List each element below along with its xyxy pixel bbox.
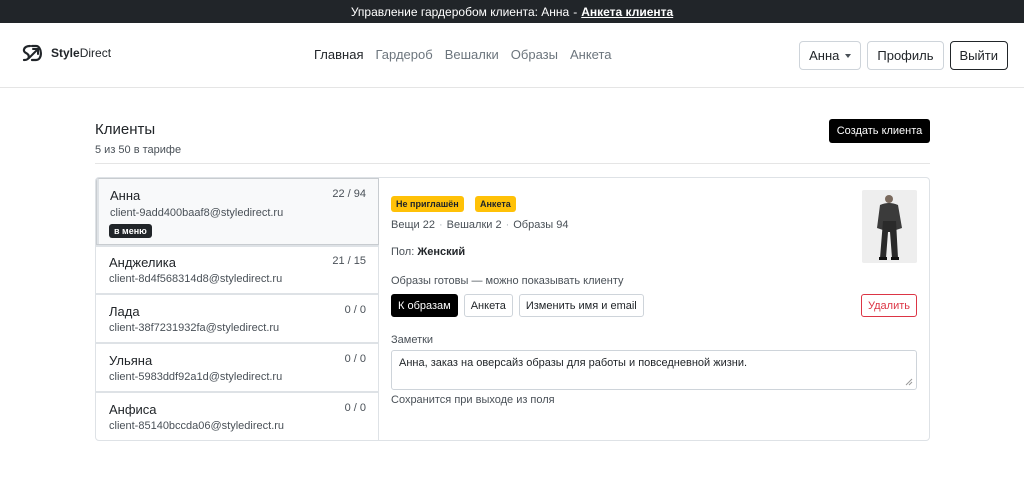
- client-survey-link[interactable]: Анкета клиента: [581, 5, 673, 19]
- client-detail: Не приглашён Анкета Вещи 22 · Вешалки 2 …: [379, 178, 929, 440]
- autosave-hint: Сохранится при выходе из поля: [391, 394, 555, 406]
- banner-separator: -: [573, 4, 578, 19]
- nav-looks[interactable]: Образы: [511, 47, 558, 62]
- nav-actions: Анна Профиль Выйти: [799, 41, 1008, 70]
- client-item-lada[interactable]: Лада 0 / 0 client-38f7231932fa@styledire…: [96, 295, 379, 342]
- client-counts: 22 / 94: [332, 188, 366, 200]
- clients-panel: Анна 22 / 94 client-9add400baaf8@styledi…: [95, 177, 930, 441]
- to-looks-button[interactable]: К образам: [391, 294, 458, 317]
- client-counts: 0 / 0: [344, 304, 366, 316]
- create-client-button[interactable]: Создать клиента: [829, 119, 930, 143]
- client-counts: 0 / 0: [344, 402, 366, 414]
- nav-survey[interactable]: Анкета: [570, 47, 612, 62]
- client-name: Анна: [110, 188, 141, 203]
- caret-down-icon: [845, 53, 852, 58]
- notes-label: Заметки: [391, 334, 434, 346]
- profile-button[interactable]: Профиль: [867, 41, 944, 70]
- edit-name-email-button[interactable]: Изменить имя и email: [518, 294, 644, 317]
- client-item-anna[interactable]: Анна 22 / 94 client-9add400baaf8@styledi…: [96, 178, 379, 245]
- outfit-image: [862, 190, 917, 263]
- client-actions: К образам Анкета Изменить имя и email: [391, 294, 644, 317]
- client-email: client-9add400baaf8@styledirect.ru: [110, 207, 284, 219]
- header-divider: [95, 163, 930, 164]
- client-name: Лада: [109, 304, 140, 319]
- client-counts: 21 / 15: [332, 255, 366, 267]
- announcement-banner: Управление гардеробом клиента: Анна - Ан…: [0, 0, 1024, 23]
- nav-hangers[interactable]: Вешалки: [445, 47, 499, 62]
- styledirect-logo-icon: [22, 44, 42, 62]
- outfit-thumbnail[interactable]: [862, 190, 917, 263]
- gender-value: Женский: [417, 246, 466, 258]
- client-stats: Вещи 22 · Вешалки 2 · Образы 94: [391, 219, 568, 231]
- survey-badge: Анкета: [475, 196, 516, 212]
- stat-separator: ·: [505, 219, 510, 231]
- main-nav: Главная Гардероб Вешалки Образы Анкета: [314, 47, 612, 62]
- client-name: Анджелика: [109, 255, 176, 270]
- client-name: Анфиса: [109, 402, 157, 417]
- survey-button[interactable]: Анкета: [463, 294, 513, 317]
- nav-wardrobe[interactable]: Гардероб: [375, 47, 432, 62]
- stat-looks: Образы 94: [513, 219, 569, 231]
- delete-client-button[interactable]: Удалить: [861, 294, 917, 317]
- not-invited-badge: Не приглашён: [391, 196, 464, 212]
- gender-row: Пол: Женский: [391, 246, 465, 258]
- client-email: client-38f7231932fa@styledirect.ru: [109, 322, 280, 334]
- client-email: client-5983ddf92a1d@styledirect.ru: [109, 371, 283, 383]
- brand-logo[interactable]: StyleDirect: [20, 42, 111, 64]
- user-dropdown[interactable]: Анна: [799, 41, 862, 70]
- in-menu-badge: в меню: [109, 224, 152, 238]
- page-title: Клиенты: [95, 121, 156, 138]
- looks-ready-status: Образы готовы — можно показывать клиенту: [391, 275, 624, 287]
- client-item-angelika[interactable]: Анджелика 21 / 15 client-8d4f568314d8@st…: [96, 247, 379, 294]
- resize-grip-icon[interactable]: [905, 378, 913, 386]
- gender-label: Пол:: [391, 246, 415, 258]
- nav-home[interactable]: Главная: [314, 47, 363, 62]
- plan-usage: 5 из 50 в тарифе: [95, 144, 182, 156]
- stat-hangers: Вешалки 2: [446, 219, 502, 231]
- stat-items: Вещи 22: [391, 219, 435, 231]
- brand-name: StyleDirect: [51, 46, 112, 60]
- client-item-ulyana[interactable]: Ульяна 0 / 0 client-5983ddf92a1d@styledi…: [96, 344, 379, 391]
- stat-separator: ·: [438, 219, 443, 231]
- client-list: Анна 22 / 94 client-9add400baaf8@styledi…: [96, 178, 379, 440]
- client-item-anfisa[interactable]: Анфиса 0 / 0 client-85140bccda06@styledi…: [96, 393, 379, 440]
- banner-text: Управление гардеробом клиента: Анна: [350, 4, 570, 19]
- logout-button[interactable]: Выйти: [949, 41, 1008, 70]
- client-counts: 0 / 0: [344, 353, 366, 365]
- client-name: Ульяна: [109, 353, 153, 368]
- navbar: StyleDirect Главная Гардероб Вешалки Обр…: [0, 23, 1024, 88]
- client-email: client-85140bccda06@styledirect.ru: [109, 420, 285, 432]
- notes-textarea[interactable]: Анна, заказ на оверсайз образы для работ…: [391, 350, 917, 390]
- client-email: client-8d4f568314d8@styledirect.ru: [109, 273, 283, 285]
- user-dropdown-label: Анна: [809, 48, 840, 63]
